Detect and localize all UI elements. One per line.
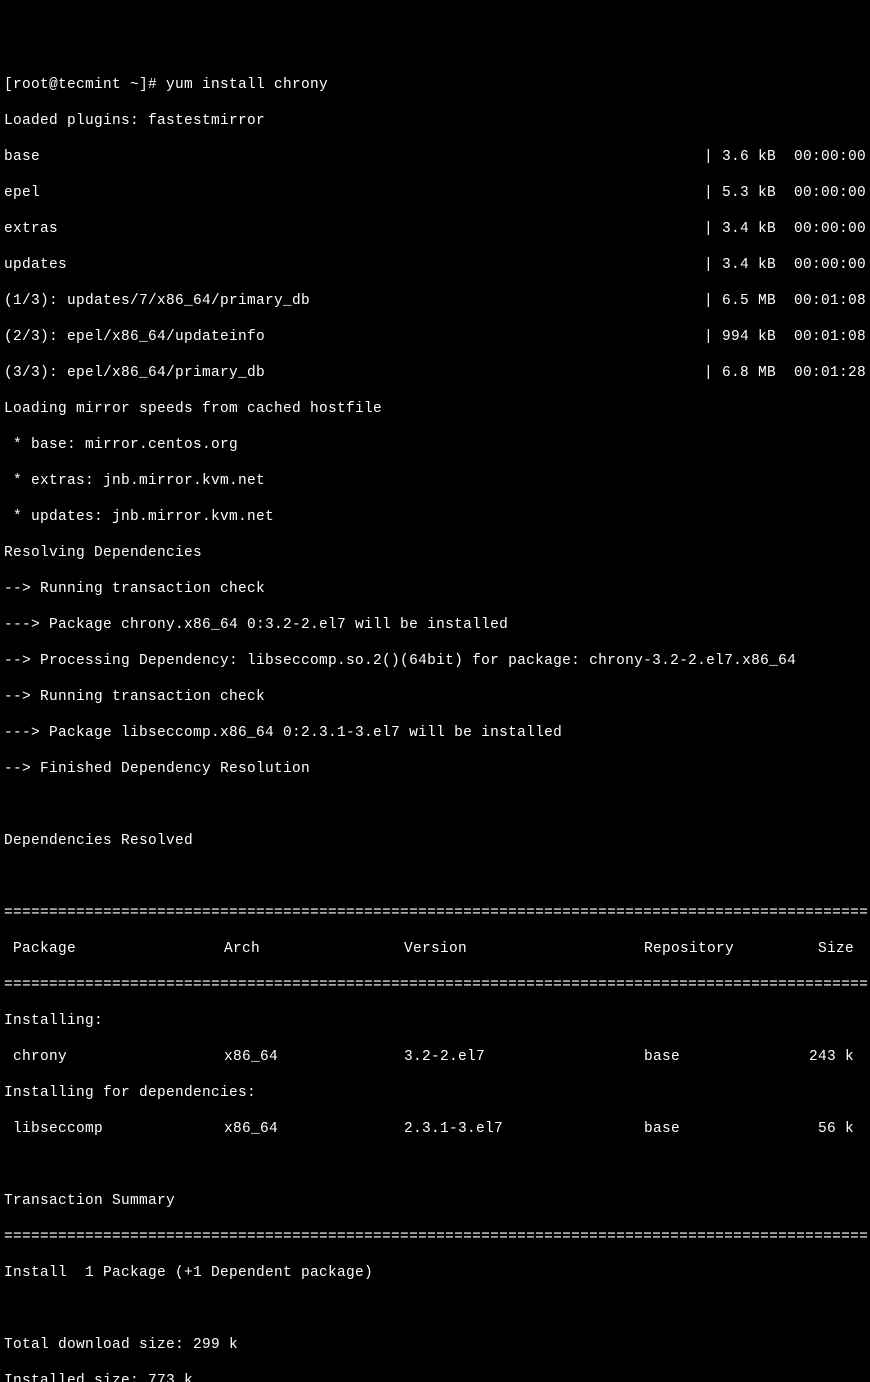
pkg-name: libseccomp [4, 1120, 224, 1138]
repo-name: epel [4, 184, 40, 202]
mirror-entry: * base: mirror.centos.org [4, 436, 866, 454]
resolving-header: Resolving Dependencies [4, 544, 866, 562]
divider: ========================================… [4, 1228, 866, 1246]
repo-stats: | 3.6 kB 00:00:00 [704, 148, 866, 166]
plugins-output: Loaded plugins: fastestmirror [4, 112, 866, 130]
repo-stats: | 3.4 kB 00:00:00 [704, 220, 866, 238]
mirror-loading: Loading mirror speeds from cached hostfi… [4, 400, 866, 418]
transaction-step: --> Finished Dependency Resolution [4, 760, 866, 778]
download-size: Total download size: 299 k [4, 1336, 866, 1354]
repo-name: extras [4, 220, 58, 238]
download-name: (1/3): updates/7/x86_64/primary_db [4, 292, 310, 310]
deps-resolved: Dependencies Resolved [4, 832, 866, 850]
col-header-arch: Arch [224, 940, 404, 958]
repo-line: epel | 5.3 kB 00:00:00 [4, 184, 866, 202]
pkg-name: chrony [4, 1048, 224, 1066]
blank-line [4, 1156, 866, 1174]
table-header-row: PackageArchVersionRepositorySize [4, 940, 866, 958]
pkg-repo: base [644, 1048, 794, 1066]
pkg-size: 243 k [794, 1048, 854, 1066]
shell-prompt[interactable]: [root@tecmint ~]# yum install chrony [4, 76, 866, 94]
transaction-step: --> Processing Dependency: libseccomp.so… [4, 652, 866, 670]
pkg-version: 2.3.1-3.el7 [404, 1120, 644, 1138]
transaction-step: --> Running transaction check [4, 580, 866, 598]
installing-header: Installing: [4, 1012, 866, 1030]
pkg-repo: base [644, 1120, 794, 1138]
download-name: (3/3): epel/x86_64/primary_db [4, 364, 265, 382]
repo-stats: | 3.4 kB 00:00:00 [704, 256, 866, 274]
pkg-arch: x86_64 [224, 1048, 404, 1066]
divider: ========================================… [4, 976, 866, 994]
repo-stats: | 5.3 kB 00:00:00 [704, 184, 866, 202]
repo-line: extras | 3.4 kB 00:00:00 [4, 220, 866, 238]
download-name: (2/3): epel/x86_64/updateinfo [4, 328, 265, 346]
blank-line [4, 868, 866, 886]
pkg-version: 3.2-2.el7 [404, 1048, 644, 1066]
col-header-size: Size [794, 940, 854, 958]
repo-line: updates | 3.4 kB 00:00:00 [4, 256, 866, 274]
download-line: (2/3): epel/x86_64/updateinfo | 994 kB 00… [4, 328, 866, 346]
installing-deps-header: Installing for dependencies: [4, 1084, 866, 1102]
blank-line [4, 1300, 866, 1318]
install-summary: Install 1 Package (+1 Dependent package) [4, 1264, 866, 1282]
repo-line: base | 3.6 kB 00:00:00 [4, 148, 866, 166]
mirror-entry: * updates: jnb.mirror.kvm.net [4, 508, 866, 526]
pkg-arch: x86_64 [224, 1120, 404, 1138]
download-stats: | 6.8 MB 00:01:28 [704, 364, 866, 382]
divider: ========================================… [4, 904, 866, 922]
mirror-entry: * extras: jnb.mirror.kvm.net [4, 472, 866, 490]
download-line: (1/3): updates/7/x86_64/primary_db | 6.5 … [4, 292, 866, 310]
transaction-summary-header: Transaction Summary [4, 1192, 866, 1210]
col-header-version: Version [404, 940, 644, 958]
repo-name: updates [4, 256, 67, 274]
col-header-package: Package [4, 940, 224, 958]
download-stats: | 6.5 MB 00:01:08 [704, 292, 866, 310]
pkg-size: 56 k [794, 1120, 854, 1138]
installed-size: Installed size: 773 k [4, 1372, 866, 1382]
download-line: (3/3): epel/x86_64/primary_db | 6.8 MB 00… [4, 364, 866, 382]
package-row: chronyx86_643.2-2.el7base243 k [4, 1048, 866, 1066]
repo-name: base [4, 148, 40, 166]
col-header-repo: Repository [644, 940, 794, 958]
package-row: libseccompx86_642.3.1-3.el7base56 k [4, 1120, 866, 1138]
blank-line [4, 796, 866, 814]
transaction-step: ---> Package chrony.x86_64 0:3.2-2.el7 w… [4, 616, 866, 634]
transaction-step: ---> Package libseccomp.x86_64 0:2.3.1-3… [4, 724, 866, 742]
download-stats: | 994 kB 00:01:08 [704, 328, 866, 346]
